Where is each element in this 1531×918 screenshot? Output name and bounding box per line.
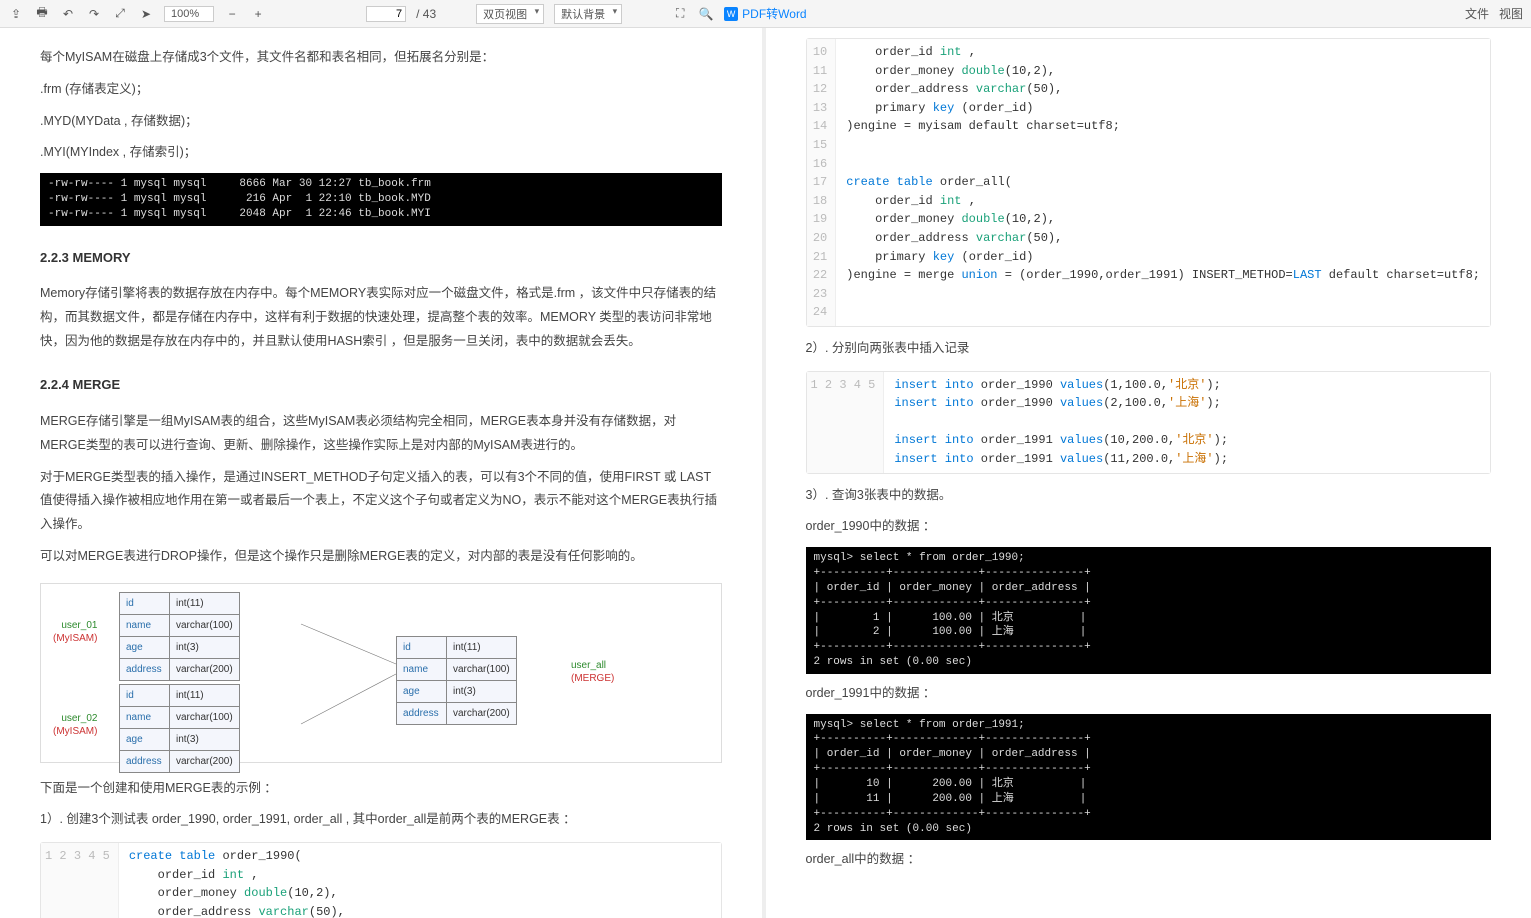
merge-diagram: user_01(MyISAM) idint(11) namevarchar(10… <box>40 583 722 763</box>
page-right: 10 11 12 13 14 15 16 17 18 19 20 21 22 2… <box>766 28 1531 918</box>
view-mode-select[interactable]: 双页视图 <box>476 4 544 24</box>
step-1-text: 1）. 创建3个测试表 order_1990, order_1991, orde… <box>40 808 722 832</box>
merge-paragraph-2: 对于MERGE类型表的插入操作，是通过INSERT_METHOD子句定义插入的表… <box>40 466 722 537</box>
merge-paragraph-3: 可以对MERGE表进行DROP操作，但是这个操作只是删除MERGE表的定义，对内… <box>40 545 722 569</box>
forward-icon[interactable]: ↷ <box>86 6 102 22</box>
code-body: order_id int , order_money double(10,2),… <box>836 39 1490 326</box>
memory-paragraph: Memory存储引擎将表的数据存放在内存中。每个MEMORY表实际对应一个磁盘文… <box>40 282 722 353</box>
merge-paragraph-1: MERGE存储引擎是一组MyISAM表的组合，这些MyISAM表必须结构完全相同… <box>40 410 722 458</box>
menu-view[interactable]: 视图 <box>1499 5 1523 22</box>
below-diagram-text: 下面是一个创建和使用MERGE表的示例 ： <box>40 777 722 801</box>
label-order-all: order_all中的数据 ： <box>806 848 1492 872</box>
page-total: / 43 <box>416 7 436 21</box>
pdf-to-word-label: PDF转Word <box>742 5 806 22</box>
diagram-table-user02: idint(11) namevarchar(100) ageint(3) add… <box>119 684 240 773</box>
diagram-table-user01: idint(11) namevarchar(100) ageint(3) add… <box>119 592 240 681</box>
page-left: 每个MyISAM在磁盘上存储成3个文件，其文件名都和表名相同，但拓展名分别是： … <box>0 28 766 918</box>
code-gutter: 1 2 3 4 5 <box>807 372 885 473</box>
ls-output-terminal: -rw-rw---- 1 mysql mysql 8666 Mar 30 12:… <box>40 173 722 226</box>
diagram-label-user01: user_01(MyISAM) <box>53 619 97 645</box>
heading-merge: 2.2.4 MERGE <box>40 373 722 398</box>
label-order-1991: order_1991中的数据 ： <box>806 682 1492 706</box>
print-icon[interactable]: 🖶 <box>34 6 50 22</box>
document-spread: 每个MyISAM在磁盘上存储成3个文件，其文件名都和表名相同，但拓展名分别是： … <box>0 28 1531 918</box>
file-myi: .MYI(MYIndex , 存储索引)； <box>40 141 722 165</box>
heading-memory: 2.2.3 MEMORY <box>40 246 722 271</box>
diagram-table-userall: idint(11) namevarchar(100) ageint(3) add… <box>396 636 517 725</box>
background-mode-select[interactable]: 默认背景 <box>554 4 622 24</box>
file-frm: .frm (存储表定义)； <box>40 78 722 102</box>
code-block-create-all: 10 11 12 13 14 15 16 17 18 19 20 21 22 2… <box>806 38 1492 327</box>
pdf-toolbar: ⇪ 🖶 ↶ ↷ ⤢ ➤ 100% − + / 43 双页视图 默认背景 ⛶ 🔍 … <box>0 0 1531 28</box>
zoom-in-icon[interactable]: + <box>250 6 266 22</box>
page-number-input[interactable] <box>366 6 406 22</box>
file-myd: .MYD(MYData , 存储数据)； <box>40 110 722 134</box>
terminal-order-1991: mysql> select * from order_1991; +------… <box>806 714 1492 841</box>
share-icon[interactable]: ⇪ <box>8 6 24 22</box>
code-gutter: 10 11 12 13 14 15 16 17 18 19 20 21 22 2… <box>807 39 837 326</box>
cursor-icon[interactable]: ➤ <box>138 6 154 22</box>
code-block-create-1990: 1 2 3 4 5 create table order_1990( order… <box>40 842 722 918</box>
step-2-text: 2）. 分别向两张表中插入记录 <box>806 337 1492 361</box>
terminal-order-1990: mysql> select * from order_1990; +------… <box>806 547 1492 674</box>
menu-file[interactable]: 文件 <box>1465 5 1489 22</box>
code-gutter: 1 2 3 4 5 <box>41 843 119 918</box>
code-body: create table order_1990( order_id int , … <box>119 843 721 918</box>
code-block-inserts: 1 2 3 4 5 insert into order_1990 values(… <box>806 371 1492 474</box>
fullscreen-icon[interactable]: ⛶ <box>672 6 688 22</box>
pdf-to-word-button[interactable]: W PDF转Word <box>724 5 806 22</box>
zoom-out-icon[interactable]: − <box>224 6 240 22</box>
diagram-label-user02: user_02(MyISAM) <box>53 712 97 738</box>
word-icon: W <box>724 7 738 21</box>
page-width-icon[interactable]: ⤢ <box>112 6 128 22</box>
label-order-1990: order_1990中的数据 ： <box>806 515 1492 539</box>
step-3-text: 3）. 查询3张表中的数据。 <box>806 484 1492 508</box>
intro-text: 每个MyISAM在磁盘上存储成3个文件，其文件名都和表名相同，但拓展名分别是： <box>40 46 722 70</box>
search-icon[interactable]: 🔍 <box>698 6 714 22</box>
code-body: insert into order_1990 values(1,100.0,'北… <box>884 372 1490 473</box>
zoom-level[interactable]: 100% <box>164 6 214 22</box>
back-icon[interactable]: ↶ <box>60 6 76 22</box>
diagram-label-userall: user_all(MERGE) <box>571 659 614 685</box>
